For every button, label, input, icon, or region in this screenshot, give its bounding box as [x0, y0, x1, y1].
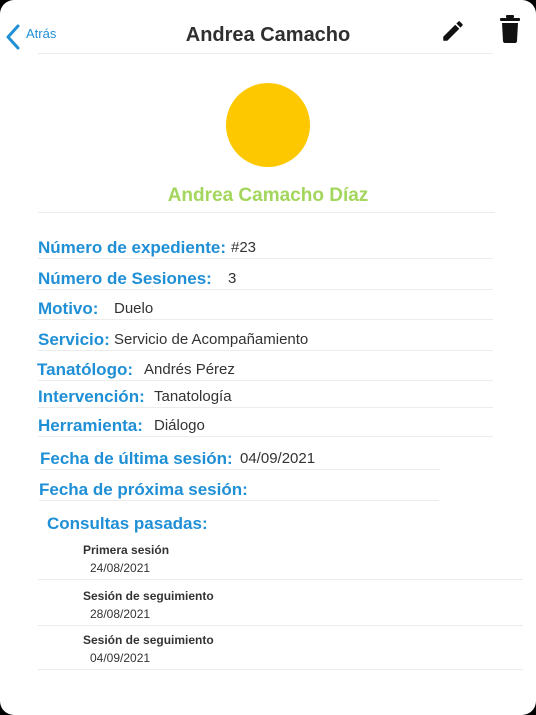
field-label: Número de Sesiones: — [38, 269, 212, 288]
field-divider — [38, 319, 493, 320]
session-divider — [38, 579, 523, 580]
list-item[interactable]: Sesión de seguimiento 04/09/2021 — [83, 633, 523, 665]
patient-detail-screen: Atrás Andrea Camacho Andrea Camacho Díaz… — [0, 0, 536, 715]
field-divider — [38, 407, 493, 408]
trash-icon — [500, 15, 520, 43]
field-divider — [38, 436, 493, 437]
field-divider — [38, 289, 493, 290]
field-value: Tanatología — [154, 388, 232, 405]
list-item[interactable]: Sesión de seguimiento 28/08/2021 — [83, 589, 523, 621]
header-divider — [38, 53, 493, 54]
field-divider — [39, 500, 439, 501]
field-divider — [38, 258, 493, 259]
field-label: Tanatólogo: — [37, 360, 133, 379]
edit-button[interactable] — [440, 18, 466, 44]
field-label: Herramienta: — [38, 416, 143, 435]
field-value: #23 — [231, 239, 257, 256]
field-divider — [38, 380, 493, 381]
field-label: Fecha de última sesión: — [40, 449, 233, 468]
session-name: Sesión de seguimiento — [83, 633, 214, 647]
list-item[interactable]: Primera sesión 24/08/2021 — [83, 543, 523, 575]
field-label: Servicio: — [38, 330, 110, 349]
field-label: Motivo: — [38, 299, 99, 318]
field-value: 04/09/2021 — [240, 450, 316, 467]
past-sessions-title: Consultas pasadas: — [47, 514, 208, 533]
patient-full-name: Andrea Camacho Díaz — [167, 185, 369, 206]
session-date: 28/08/2021 — [90, 607, 151, 621]
field-value: Diálogo — [154, 417, 205, 434]
session-date: 04/09/2021 — [90, 651, 151, 665]
field-divider — [38, 350, 493, 351]
field-value: Andrés Pérez — [144, 361, 235, 378]
delete-button[interactable] — [498, 14, 522, 44]
session-date: 24/08/2021 — [90, 561, 151, 575]
field-value: Servicio de Acompañamiento — [114, 331, 309, 348]
session-name: Sesión de seguimiento — [83, 589, 214, 603]
pencil-icon — [443, 21, 463, 41]
field-value: 3 — [228, 270, 237, 287]
field-label: Número de expediente: — [38, 238, 226, 257]
field-label: Intervención: — [38, 387, 145, 406]
name-divider — [38, 212, 495, 213]
avatar — [226, 83, 310, 167]
session-divider — [38, 625, 523, 626]
field-divider — [40, 469, 440, 470]
field-label: Fecha de próxima sesión: — [39, 480, 248, 499]
field-value: Duelo — [114, 300, 154, 317]
navigation-bar: Atrás Andrea Camacho — [0, 0, 536, 62]
session-divider — [38, 669, 523, 670]
session-name: Primera sesión — [83, 543, 170, 557]
